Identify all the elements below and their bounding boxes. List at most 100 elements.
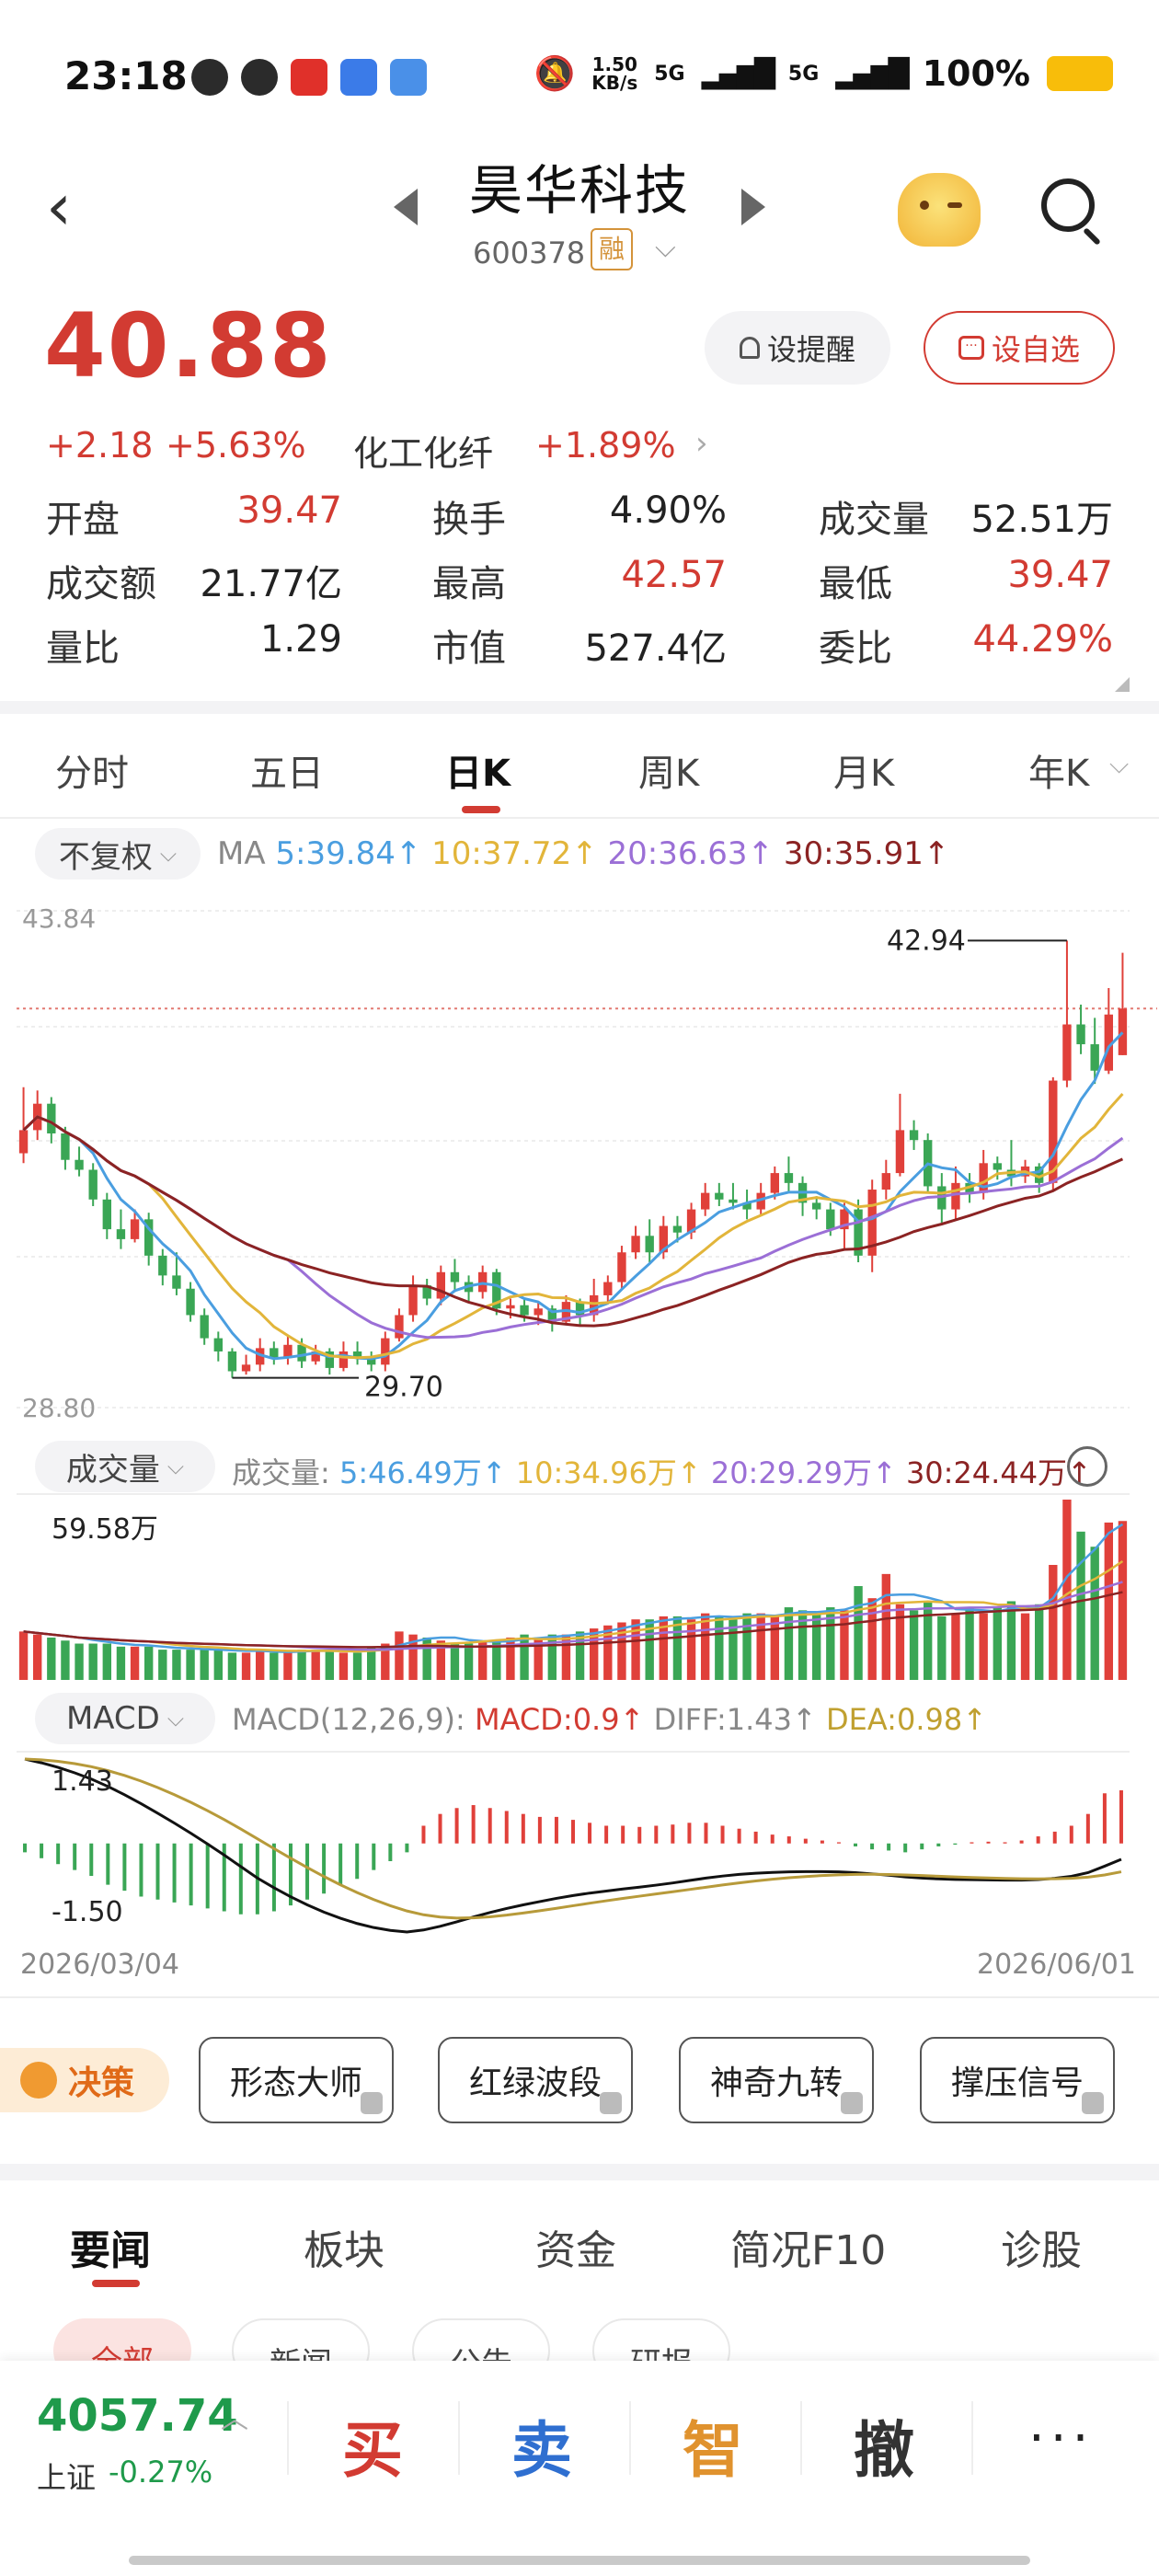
next-stock-icon[interactable] [741, 189, 765, 225]
candle-body [381, 1338, 390, 1365]
tab-yearly-k[interactable]: 年K [1028, 743, 1089, 797]
volume-bar [172, 1650, 181, 1680]
candle-body [297, 1344, 306, 1362]
chevron-down-icon: ⌵ [166, 1706, 185, 1731]
active-tab-indicator [462, 806, 500, 813]
candle-body [339, 1351, 349, 1368]
news-tab-diagnose[interactable]: 诊股 [1001, 2217, 1082, 2276]
news-tab-funds[interactable]: 资金 [535, 2217, 616, 2276]
chevron-up-icon[interactable]: ︿ [221, 2396, 248, 2436]
vol5-value: 5:46.49万↑ [339, 1455, 507, 1490]
divider [0, 1996, 1159, 1998]
ma10-value: 10:37.72↑ [431, 835, 598, 872]
volume-bar [270, 1652, 279, 1680]
set-alert-button[interactable]: 设提醒 [705, 311, 890, 385]
adjust-selector[interactable]: 不复权 ⌵ [35, 828, 201, 880]
stat-label: 成交量 [819, 499, 929, 541]
high-annotation: 42.94 [887, 925, 966, 957]
volume-bar [951, 1613, 960, 1680]
chip-support-resistance[interactable]: 撑压信号 [920, 2037, 1115, 2123]
volume-bar [854, 1586, 863, 1680]
sim2-label: 5G [787, 62, 820, 86]
news-tab-sector[interactable]: 板块 [304, 2217, 384, 2276]
candle-body [1062, 1024, 1072, 1081]
bell-icon [739, 337, 760, 359]
tab-weekly-k[interactable]: 周K [638, 743, 699, 797]
watchlist-icon: ··· [958, 336, 984, 360]
volume-bar [61, 1640, 70, 1680]
macd-selector[interactable]: MACD ⌵ [35, 1693, 215, 1744]
x-start-date: 2026/03/04 [20, 1949, 179, 1981]
volume-bar [255, 1650, 265, 1680]
volume-bar [700, 1613, 710, 1680]
volume-bar [352, 1652, 362, 1680]
more-button[interactable]: ··· [1028, 2409, 1094, 2468]
price-change-pct: +5.63% [166, 425, 306, 466]
stat-label: 换手 [432, 499, 506, 541]
volume-bar [742, 1613, 752, 1680]
news-tab-f10[interactable]: 简况F10 [730, 2217, 886, 2276]
stat-value: 52.51万 [970, 499, 1113, 541]
chip-red-green-band[interactable]: 红绿波段 [438, 2037, 633, 2123]
news-tab-headlines[interactable]: 要闻 [70, 2217, 151, 2276]
settings-icon[interactable] [1067, 1446, 1107, 1487]
divider [458, 2401, 460, 2475]
volume-bar [1062, 1500, 1072, 1680]
buy-button[interactable]: 买 [342, 2401, 403, 2490]
smart-button[interactable]: 智 [683, 2401, 743, 2490]
x-end-date: 2026/06/01 [977, 1949, 1136, 1981]
chip-magic-nine[interactable]: 神奇九转 [679, 2037, 874, 2123]
stock-code: 600378 [473, 236, 586, 270]
home-indicator[interactable] [129, 2556, 1030, 2565]
wechat-icon [191, 59, 228, 96]
volume-bar [631, 1619, 640, 1680]
ma5-value: 5:39.84↑ [275, 835, 422, 872]
low-annotation: 29.70 [364, 1372, 443, 1404]
chip-label: 红绿波段 [468, 2064, 602, 2102]
macd-max-label: 1.43 [52, 1765, 113, 1798]
candle-body [47, 1103, 56, 1133]
sector-name[interactable]: 化工化纤 [353, 425, 493, 476]
volume-bar [116, 1646, 126, 1680]
candle-body [186, 1288, 195, 1316]
chevron-down-icon[interactable]: ⌵ [1109, 749, 1129, 780]
stat-label: 开盘 [46, 499, 120, 541]
mascot-icon[interactable] [898, 173, 981, 247]
chevron-right-icon[interactable]: › [695, 425, 708, 462]
index-value[interactable]: 4057.74 [37, 2390, 238, 2442]
battery-text: 100% [922, 53, 1030, 94]
tab-monthly-k[interactable]: 月K [833, 743, 894, 797]
stock-name: 昊华科技 [468, 159, 690, 222]
volume-bar [283, 1652, 293, 1680]
volume-bar [909, 1610, 919, 1680]
search-icon[interactable] [1041, 178, 1095, 232]
cancel-order-button[interactable]: 撤 [854, 2401, 914, 2490]
candle-body [241, 1364, 251, 1372]
candle-body [227, 1351, 237, 1372]
candle-body [436, 1271, 446, 1299]
add-watchlist-button[interactable]: ··· 设自选 [924, 311, 1115, 385]
kline-chart[interactable]: 43.84 28.80 42.94 29.70 59.58万 1.43 -1.5… [0, 883, 1159, 1987]
volume-bar [770, 1616, 780, 1680]
tab-daily-k[interactable]: 日K [445, 743, 511, 797]
candle-body [1090, 1044, 1099, 1071]
candle-body [534, 1308, 543, 1316]
volume-selector[interactable]: 成交量 ⌵ [35, 1441, 215, 1492]
expand-corner-icon[interactable] [1115, 677, 1130, 692]
lock-icon [361, 2092, 383, 2114]
sell-button[interactable]: 卖 [511, 2401, 572, 2490]
sector-change-pct[interactable]: +1.89% [535, 425, 676, 466]
chip-pattern-master[interactable]: 形态大师 [199, 2037, 394, 2123]
price-change: +2.18 [46, 425, 154, 466]
stat-value: 39.47 [236, 489, 342, 532]
vol10-value: 10:34.96万↑ [515, 1455, 702, 1490]
tab-intraday[interactable]: 分时 [55, 743, 129, 797]
divider [0, 701, 1159, 714]
chevron-down-icon[interactable]: ⌵ [655, 232, 676, 264]
decision-badge[interactable]: 决策 [0, 2048, 169, 2112]
divider [971, 2401, 973, 2475]
ma-legend: MA 5:39.84↑ 10:37.72↑ 20:36.63↑ 30:35.91… [217, 835, 949, 872]
tab-five-day[interactable]: 五日 [250, 743, 324, 797]
candle-body [88, 1169, 98, 1200]
index-change-pct: -0.27% [109, 2455, 213, 2490]
